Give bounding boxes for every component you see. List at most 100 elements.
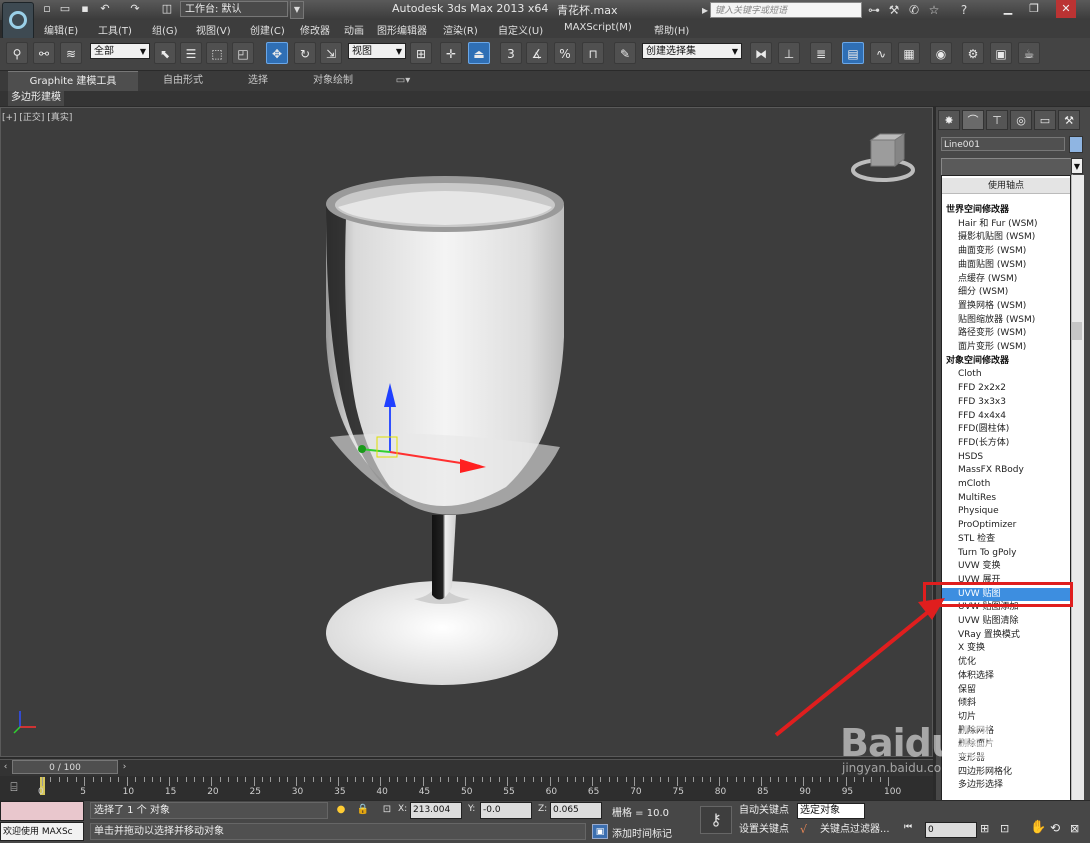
modifier-item[interactable]: Cloth (942, 368, 1070, 381)
link-icon[interactable]: ⚲ (6, 42, 28, 64)
z-coordinate-field[interactable]: 0.065 (550, 802, 602, 819)
mirror-icon[interactable]: ⧓ (750, 42, 772, 64)
open-file-icon[interactable]: ▭ (58, 2, 72, 16)
modifier-item[interactable]: HSDS (942, 451, 1070, 464)
utilities-panel-icon[interactable]: ⚒ (1058, 110, 1080, 130)
modifier-item[interactable]: 曲面贴图 (WSM) (942, 259, 1070, 272)
set-key-icon[interactable]: ⚷ (700, 806, 732, 834)
modifier-item[interactable]: UVW 变换 (942, 560, 1070, 573)
new-file-icon[interactable]: ▫ (40, 2, 54, 16)
zoom-extents-icon[interactable]: ⊡ (1000, 822, 1009, 835)
create-panel-icon[interactable]: ✸ (938, 110, 960, 130)
key-filters-button[interactable]: 关键点过滤器... (818, 822, 892, 838)
select-scale-icon[interactable]: ⇲ (320, 42, 342, 64)
minimize-button[interactable]: ▁ (998, 0, 1018, 18)
select-rotate-icon[interactable]: ↻ (294, 42, 316, 64)
menu-rendering[interactable]: 渲染(R) (443, 22, 478, 37)
modifier-list-dropdown[interactable] (941, 158, 1073, 176)
tab-freeform[interactable]: 自由形式 (148, 71, 218, 91)
modifier-item[interactable]: 体积选择 (942, 670, 1070, 683)
x-coordinate-field[interactable]: 213.004 (410, 802, 462, 819)
modifier-item[interactable]: 优化 (942, 656, 1070, 669)
schematic-view-icon[interactable]: ▦ (898, 42, 920, 64)
view-cube-icon[interactable] (851, 133, 915, 182)
binoculars-icon[interactable]: ⊶ (866, 2, 882, 18)
menu-customize[interactable]: 自定义(U) (498, 22, 543, 37)
modifier-item[interactable]: 贴图缩放器 (WSM) (942, 314, 1070, 327)
named-selection-dropdown[interactable]: 创建选择集 ▼ (642, 43, 742, 59)
motion-panel-icon[interactable]: ◎ (1010, 110, 1032, 130)
keyboard-shortcut-override-icon[interactable]: ⏏ (468, 42, 490, 64)
workspace-dropdown[interactable]: 工作台: 默认 (180, 1, 288, 17)
goblet-model[interactable] (326, 176, 564, 685)
lock-icon[interactable]: 🔒 (356, 803, 370, 817)
modifier-item[interactable]: VRay 置换模式 (942, 629, 1070, 642)
modifier-item[interactable]: MassFX RBody (942, 464, 1070, 477)
close-button[interactable]: ✕ (1056, 0, 1076, 18)
object-color-swatch[interactable] (1069, 136, 1083, 153)
y-coordinate-field[interactable]: -0.0 (480, 802, 532, 819)
isolate-icon[interactable]: ● (334, 803, 348, 817)
help-icon[interactable]: ? (956, 2, 972, 18)
time-slider-track[interactable] (0, 759, 933, 776)
modifier-item[interactable]: FFD 2x2x2 (942, 382, 1070, 395)
render-setup-icon[interactable]: ⚙ (962, 42, 984, 64)
restore-button[interactable]: ❐ (1024, 0, 1044, 18)
modifier-item[interactable]: 多边形选择 (942, 779, 1070, 792)
time-back-icon[interactable]: ‹ (0, 760, 11, 774)
bind-spacewarp-icon[interactable]: ≋ (60, 42, 82, 64)
select-move-icon[interactable]: ✥ (266, 42, 288, 64)
pivot-center-icon[interactable]: ⊞ (410, 42, 432, 64)
undo-icon[interactable]: ↶ (98, 2, 112, 16)
absolute-mode-icon[interactable]: ⊡ (380, 803, 394, 817)
menu-modifiers[interactable]: 修改器 (300, 22, 330, 37)
object-name-field[interactable]: Line001 (941, 137, 1065, 151)
modifier-item[interactable]: STL 检查 (942, 533, 1070, 546)
menu-maxscript[interactable]: MAXScript(M) (564, 22, 632, 33)
ribbon-options-icon[interactable]: ▭▾ (390, 71, 416, 91)
tab-object-paint[interactable]: 对象绘制 (298, 71, 368, 91)
unlink-icon[interactable]: ⚯ (33, 42, 55, 64)
modifier-list-scrollbar[interactable] (1071, 175, 1084, 820)
modifier-item[interactable]: 点缓存 (WSM) (942, 273, 1070, 286)
workspace-arrow-icon[interactable]: ▼ (290, 1, 304, 19)
material-editor-icon[interactable]: ◉ (930, 42, 952, 64)
time-tag-icon[interactable]: ▣ (592, 824, 608, 839)
time-config-icon[interactable]: ⊞ (980, 822, 989, 835)
menu-edit[interactable]: 编辑(E) (44, 22, 78, 37)
scrollbar-thumb[interactable] (1072, 322, 1082, 340)
modifier-item[interactable]: 保留 (942, 684, 1070, 697)
modifier-item[interactable]: 置换网格 (WSM) (942, 300, 1070, 313)
modifier-item[interactable]: 摄影机贴图 (WSM) (942, 231, 1070, 244)
modifier-item[interactable]: 面片变形 (WSM) (942, 341, 1070, 354)
time-forward-icon[interactable]: › (119, 760, 130, 774)
menu-help[interactable]: 帮助(H) (654, 22, 689, 37)
align-icon[interactable]: ⊥ (778, 42, 800, 64)
modifier-item[interactable]: FFD(圆柱体) (942, 423, 1070, 436)
select-by-name-icon[interactable]: ☰ (180, 42, 202, 64)
time-slider[interactable]: 0 / 100 (12, 760, 118, 774)
tab-polygon-modeling[interactable]: 多边形建模 (8, 91, 64, 106)
subscription-icon[interactable]: ⚒ (886, 2, 902, 18)
modifier-item[interactable]: MultiRes (942, 492, 1070, 505)
modifier-item[interactable]: 倾斜 (942, 697, 1070, 710)
go-to-start-icon[interactable]: ⏮ (904, 822, 912, 832)
menu-tools[interactable]: 工具(T) (98, 22, 132, 37)
modifier-item[interactable]: FFD(长方体) (942, 437, 1070, 450)
modifier-item[interactable]: mCloth (942, 478, 1070, 491)
menu-graph-editors[interactable]: 图形编辑器 (377, 22, 427, 37)
curve-editor-icon[interactable]: ∿ (870, 42, 892, 64)
auto-key-button[interactable]: 自动关键点 (737, 803, 791, 819)
modifier-item[interactable]: 路径变形 (WSM) (942, 327, 1070, 340)
spinner-snap-icon[interactable]: ⊓ (582, 42, 604, 64)
search-input[interactable]: 键入关键字或短语 (710, 2, 862, 18)
maxscript-listener[interactable] (0, 801, 84, 821)
favorites-star-icon[interactable]: ☆ (926, 2, 942, 18)
add-time-tag[interactable]: 添加时间标记 (612, 825, 672, 840)
render-teapot-icon[interactable]: ☕ (1018, 42, 1040, 64)
pan-view-icon[interactable]: ✋ (1030, 820, 1046, 835)
app-logo-button[interactable] (2, 2, 34, 40)
percent-snap-icon[interactable]: % (554, 42, 576, 64)
selection-filter-dropdown[interactable]: 全部 ▼ (90, 43, 150, 59)
modifier-item[interactable]: 使用轴点 (942, 178, 1070, 194)
